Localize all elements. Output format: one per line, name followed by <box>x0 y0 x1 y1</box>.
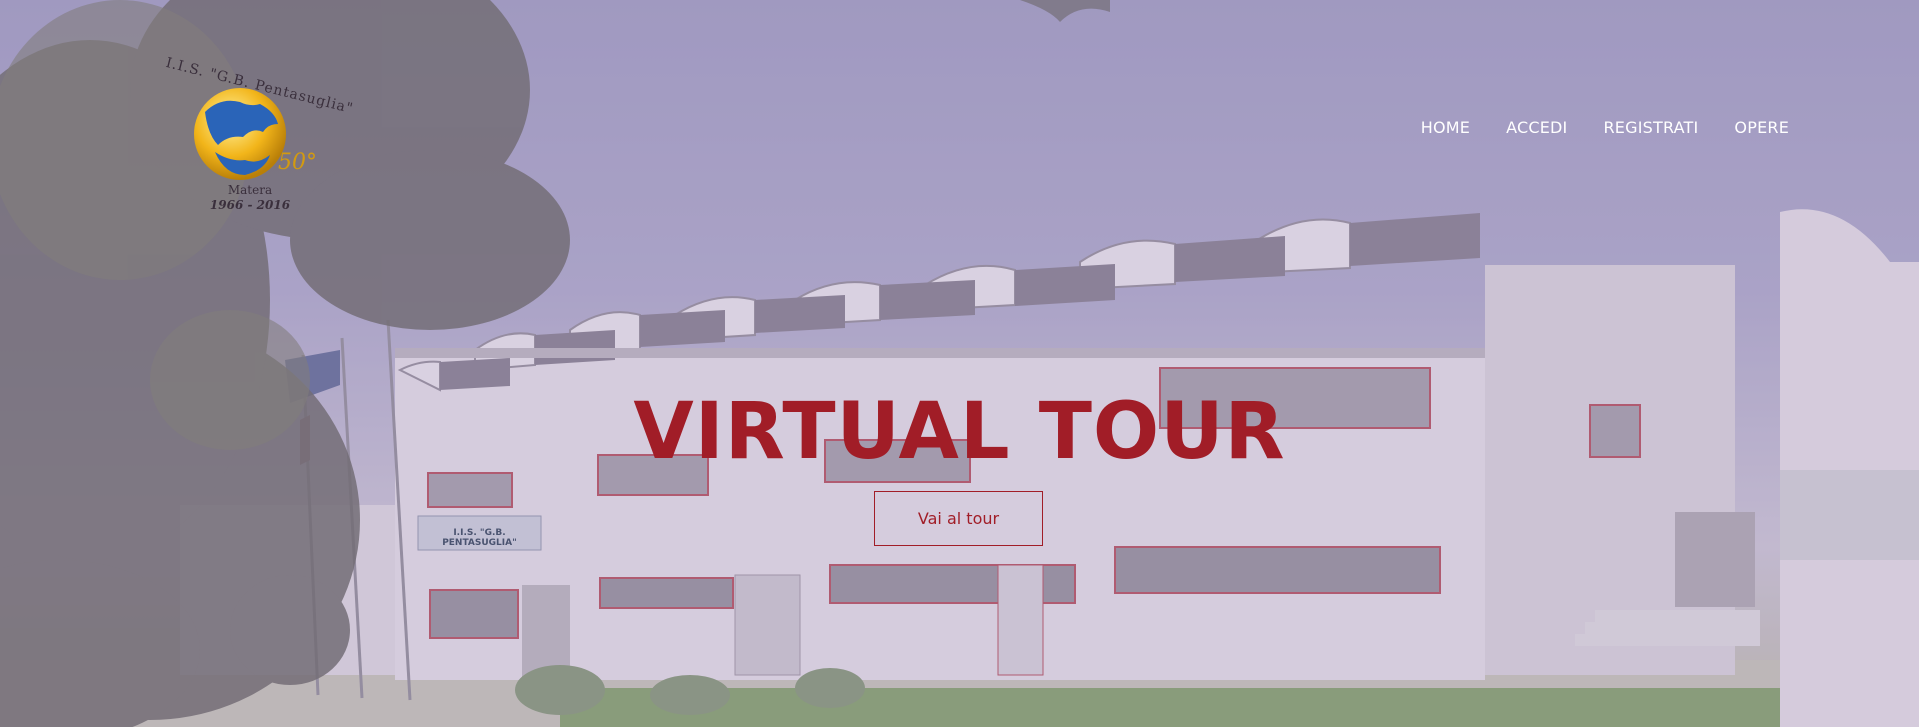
main-nav: HOME ACCEDI REGISTRATI OPERE <box>1421 118 1789 137</box>
nav-home[interactable]: HOME <box>1421 118 1470 137</box>
nav-opere[interactable]: OPERE <box>1734 118 1789 137</box>
logo-caption: Matera 1966 - 2016 <box>205 183 295 213</box>
building-sign: I.I.S. "G.B. PENTASUGLIA" <box>442 528 517 548</box>
hero-title: VIRTUAL TOUR <box>633 387 1286 477</box>
logo-anniversary: 50° <box>278 150 317 175</box>
tour-button[interactable]: Vai al tour <box>874 491 1043 546</box>
logo-years: 1966 - 2016 <box>209 198 291 212</box>
nav-accedi[interactable]: ACCEDI <box>1506 118 1567 137</box>
nav-registrati[interactable]: REGISTRATI <box>1603 118 1698 137</box>
logo-city: Matera <box>227 183 273 197</box>
